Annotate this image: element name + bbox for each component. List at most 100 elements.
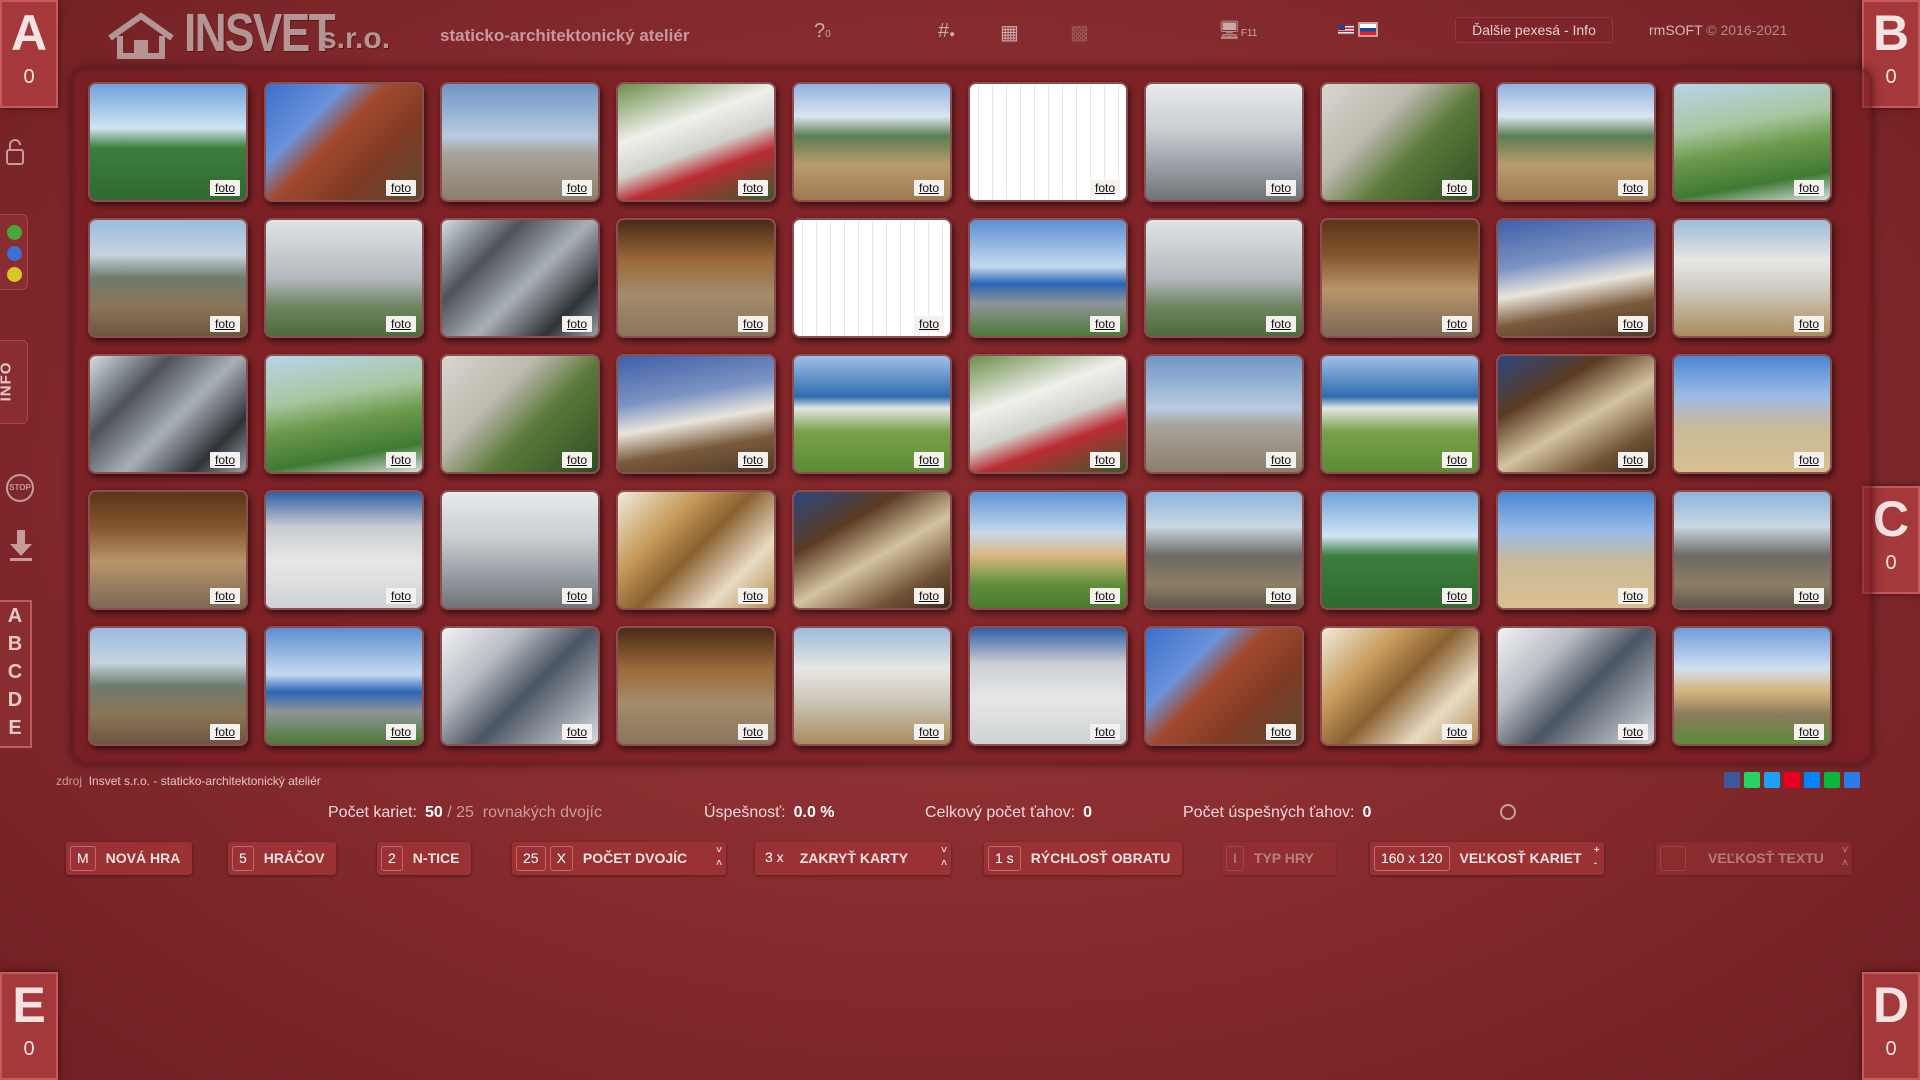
memory-card[interactable]: foto (88, 218, 248, 338)
foto-link[interactable]: foto (209, 316, 240, 332)
memory-card[interactable]: foto (1144, 82, 1304, 202)
foto-link[interactable]: foto (1441, 724, 1472, 740)
foto-link[interactable]: foto (1265, 316, 1296, 332)
pairs-stepper-icon[interactable]: ˅ ˄ (716, 844, 722, 870)
memory-card[interactable]: foto (968, 218, 1128, 338)
card-size-control[interactable]: 160 x 120 VEĽKOSŤ KARIET + - (1370, 842, 1604, 875)
foto-link[interactable]: foto (913, 724, 944, 740)
foto-link[interactable]: foto (1617, 452, 1648, 468)
flip-speed-control[interactable]: 1 s RÝCHLOSŤ OBRATU (984, 842, 1183, 875)
foto-link[interactable]: foto (561, 588, 592, 604)
foto-link[interactable]: foto (209, 452, 240, 468)
memory-card[interactable]: foto (616, 82, 776, 202)
messenger-share-icon[interactable] (1804, 772, 1820, 788)
grid-icon[interactable]: ▦ (1000, 20, 1019, 45)
foto-link[interactable]: foto (1793, 452, 1824, 468)
foto-link[interactable]: foto (1089, 316, 1120, 332)
foto-link[interactable]: foto (737, 452, 768, 468)
player-letters-tab[interactable]: A B C D E (0, 600, 32, 748)
foto-link[interactable]: foto (1265, 452, 1296, 468)
foto-link[interactable]: foto (737, 588, 768, 604)
foto-link[interactable]: foto (209, 724, 240, 740)
cover-cards-control[interactable]: 3 x ZAKRYŤ KARTY ˅ ˄ (755, 842, 951, 875)
foto-link[interactable]: foto (385, 180, 416, 196)
foto-link[interactable]: foto (1265, 588, 1296, 604)
foto-link[interactable]: foto (1265, 180, 1296, 196)
help-icon[interactable]: ?0 (814, 20, 831, 43)
foto-link[interactable]: foto (913, 180, 944, 196)
memory-card[interactable]: foto (1496, 626, 1656, 746)
wechat-share-icon[interactable] (1824, 772, 1840, 788)
flag-sk-icon[interactable] (1358, 22, 1378, 37)
more-games-button[interactable]: Ďalšie pexesá - Info (1455, 17, 1613, 43)
memory-card[interactable]: foto (1496, 354, 1656, 474)
foto-link[interactable]: foto (1617, 316, 1648, 332)
memory-card[interactable]: foto (616, 626, 776, 746)
memory-card[interactable]: foto (1672, 82, 1832, 202)
hash-icon[interactable]: #● (938, 20, 955, 43)
memory-card[interactable]: foto (1320, 218, 1480, 338)
foto-link[interactable]: foto (1089, 588, 1120, 604)
blue-theme-dot[interactable] (7, 246, 22, 261)
memory-card[interactable]: foto (1496, 218, 1656, 338)
memory-card[interactable]: foto (88, 490, 248, 610)
memory-card[interactable]: foto (792, 354, 952, 474)
memory-card[interactable]: foto (88, 354, 248, 474)
memory-card[interactable]: foto (616, 218, 776, 338)
foto-link[interactable]: foto (385, 724, 416, 740)
more-share-icon[interactable] (1844, 772, 1860, 788)
pairs-count-control[interactable]: 25 X POČET DVOJÍC ˅ ˄ (512, 842, 726, 875)
memory-card[interactable]: foto (1672, 354, 1832, 474)
memory-card[interactable]: foto (968, 490, 1128, 610)
memory-card[interactable]: foto (968, 82, 1128, 202)
memory-card[interactable]: foto (264, 626, 424, 746)
memory-card[interactable]: foto (440, 354, 600, 474)
memory-card[interactable]: foto (1320, 82, 1480, 202)
source-link[interactable]: Insvet s.r.o. - staticko-architektonický… (89, 774, 321, 788)
foto-link[interactable]: foto (561, 316, 592, 332)
info-tab[interactable]: INFO (0, 340, 28, 424)
foto-link[interactable]: foto (913, 588, 944, 604)
memory-card[interactable]: foto (1144, 626, 1304, 746)
memory-card[interactable]: foto (792, 82, 952, 202)
memory-card[interactable]: foto (264, 82, 424, 202)
memory-card[interactable]: foto (440, 218, 600, 338)
memory-card[interactable]: foto (1144, 354, 1304, 474)
foto-link[interactable]: foto (385, 316, 416, 332)
foto-link[interactable]: foto (1089, 452, 1120, 468)
memory-card[interactable]: foto (1672, 218, 1832, 338)
foto-link[interactable]: foto (1793, 316, 1824, 332)
foto-link[interactable]: foto (385, 588, 416, 604)
lock-icon[interactable] (6, 138, 24, 166)
foto-link[interactable]: foto (737, 180, 768, 196)
foto-link[interactable]: foto (913, 452, 944, 468)
whatsapp-share-icon[interactable] (1744, 772, 1760, 788)
foto-link[interactable]: foto (561, 724, 592, 740)
memory-card[interactable]: foto (1672, 490, 1832, 610)
memory-card[interactable]: foto (1320, 490, 1480, 610)
cover-stepper-icon[interactable]: ˅ ˄ (941, 844, 947, 870)
new-game-button[interactable]: M NOVÁ HRA (66, 842, 193, 875)
foto-link[interactable]: foto (209, 588, 240, 604)
twitter-share-icon[interactable] (1764, 772, 1780, 788)
players-control[interactable]: 5 HRÁČOV (228, 842, 337, 875)
flag-en-icon[interactable] (1338, 24, 1354, 35)
memory-card[interactable]: foto (616, 354, 776, 474)
memory-card[interactable]: foto (1496, 82, 1656, 202)
memory-card[interactable]: foto (1320, 354, 1480, 474)
memory-card[interactable]: foto (1672, 626, 1832, 746)
memory-card[interactable]: foto (792, 626, 952, 746)
foto-link[interactable]: foto (1441, 316, 1472, 332)
memory-card[interactable]: foto (88, 626, 248, 746)
yellow-theme-dot[interactable] (7, 267, 22, 282)
fullscreen-monitor-icon[interactable]: 🖥F11 (1218, 20, 1257, 41)
foto-link[interactable]: foto (1793, 724, 1824, 740)
foto-link[interactable]: foto (1265, 724, 1296, 740)
memory-card[interactable]: foto (1320, 626, 1480, 746)
foto-link[interactable]: foto (385, 452, 416, 468)
foto-link[interactable]: foto (1089, 180, 1120, 196)
foto-link[interactable]: foto (737, 724, 768, 740)
download-arrow-icon[interactable] (8, 528, 34, 562)
stop-icon[interactable]: STOP (6, 474, 34, 502)
color-theme-selector[interactable] (0, 214, 28, 290)
